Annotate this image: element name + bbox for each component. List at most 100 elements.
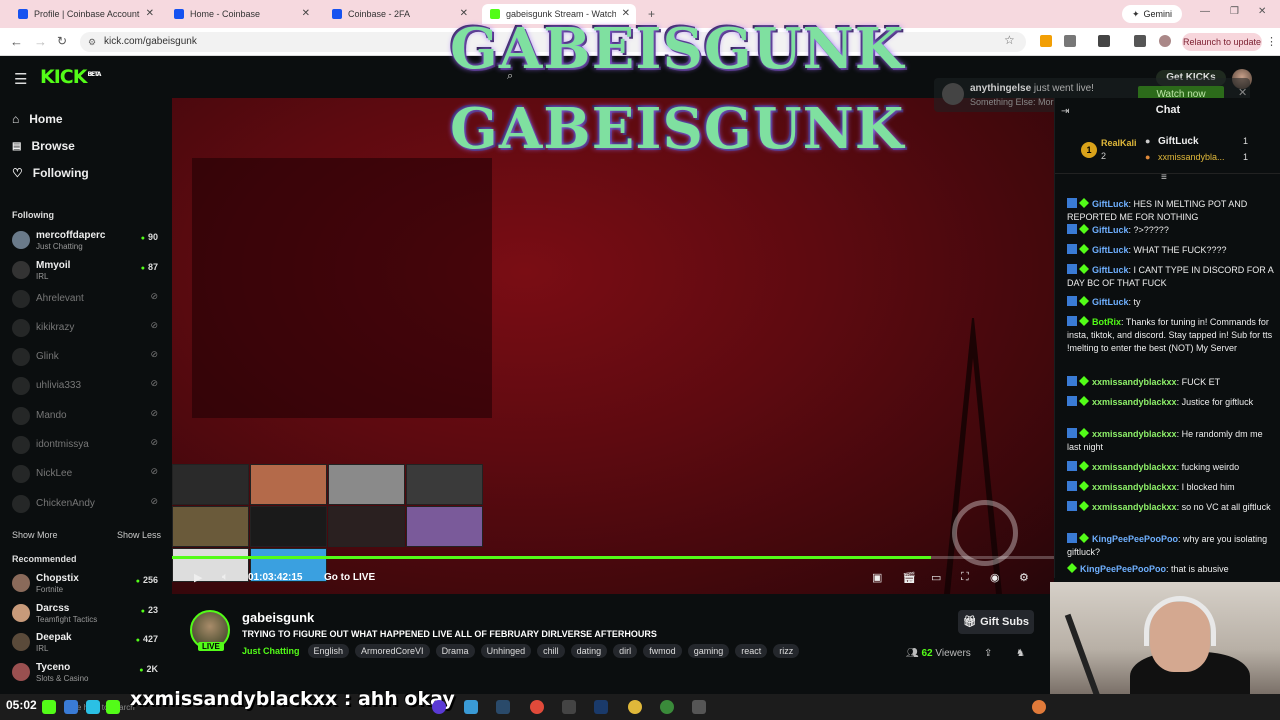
sidebar-channel-mmyoil[interactable]: Mmyoil IRL 87	[12, 258, 162, 284]
top-gifter-name[interactable]: RealKali	[1101, 138, 1137, 148]
profile-avatar-icon[interactable]	[1159, 35, 1171, 47]
tab-profile-coinbase[interactable]: Profile | Coinbase Account ✕	[10, 4, 160, 24]
tag[interactable]: Unhinged	[480, 644, 532, 658]
fullscreen-icon[interactable]: ⛶	[961, 571, 969, 584]
tag[interactable]: gaming	[687, 644, 730, 658]
reading-list-icon[interactable]	[1134, 35, 1146, 47]
sidebar-channel-mando[interactable]: Mando ⊘	[12, 404, 162, 430]
play-icon[interactable]: ▶	[194, 571, 202, 584]
chrome-taskbar-icon[interactable]	[660, 700, 674, 714]
chat-username[interactable]: xxmissandyblackxx	[1092, 462, 1177, 472]
show-less-button[interactable]: Show Less	[117, 530, 161, 540]
chrome-taskbar-icon[interactable]	[628, 700, 642, 714]
kick-logo[interactable]: KICKBETA	[40, 66, 101, 88]
sidebar-channel-kikikrazy[interactable]: kikikrazy ⊘	[12, 316, 162, 342]
sidebar-channel-chopstix[interactable]: Chopstix Fortnite 256	[12, 571, 162, 597]
forward-arrow-icon[interactable]: →	[34, 34, 47, 49]
tag[interactable]: rizz	[773, 644, 800, 658]
chat-username[interactable]: GiftLuck	[1092, 225, 1129, 235]
theater-mode-icon[interactable]: ▭	[931, 571, 941, 584]
tag[interactable]: dirl	[613, 644, 638, 658]
sidebar-channel-glink[interactable]: Glink ⊘	[12, 345, 162, 371]
sidebar-channel-uhlivia333[interactable]: uhlivia333 ⊘	[12, 374, 162, 400]
tag[interactable]: chill	[537, 644, 565, 658]
tray-icon[interactable]	[1032, 700, 1046, 714]
chrome-taskbar-icon[interactable]	[530, 700, 544, 714]
sidebar-channel-tyceno[interactable]: Tyceno Slots & Casino 2K	[12, 660, 162, 686]
chat-username[interactable]: KingPeePeePooPoo	[1092, 534, 1178, 544]
reload-icon[interactable]: ↻	[57, 34, 67, 48]
expand-chat-icon[interactable]: ≡	[1161, 172, 1167, 183]
gemini-button[interactable]: ✦ Gemini	[1122, 5, 1182, 23]
sidebar-nav-home[interactable]: ⌂ Home	[12, 112, 63, 126]
chat-username[interactable]: GiftLuck	[1092, 265, 1129, 275]
chat-username[interactable]: xxmissandyblackxx	[1092, 397, 1177, 407]
chat-username[interactable]: GiftLuck	[1092, 297, 1129, 307]
second-gifter-name[interactable]: GiftLuck	[1158, 136, 1199, 147]
stream-replay-icon[interactable]: ◉	[990, 571, 1000, 584]
app-taskbar-icon[interactable]	[496, 700, 510, 714]
site-info-icon[interactable]: ⚙	[88, 37, 96, 48]
steam-taskbar-icon[interactable]	[594, 700, 608, 714]
close-tab-icon[interactable]: ✕	[302, 8, 310, 19]
chat-username[interactable]: GiftLuck	[1092, 199, 1129, 209]
clip-icon[interactable]: 🎬︎	[902, 571, 916, 584]
browser-menu-icon[interactable]: ⋮	[1266, 35, 1277, 48]
sidebar-channel-deepak[interactable]: Deepak IRL 427	[12, 630, 162, 656]
close-tab-icon[interactable]: ✕	[146, 8, 154, 19]
back-arrow-icon[interactable]: ←	[10, 34, 23, 49]
app-taskbar-icon[interactable]	[464, 700, 478, 714]
share-icon[interactable]: ⇪	[984, 648, 992, 659]
tag[interactable]: react	[735, 644, 768, 658]
volume-icon[interactable]: 🔈︎	[222, 571, 229, 584]
app-taskbar-icon[interactable]	[692, 700, 706, 714]
sidebar-channel-idontmissya[interactable]: idontmissya ⊘	[12, 433, 162, 459]
third-gifter-name[interactable]: xxmissandybla...	[1158, 152, 1225, 162]
miniplayer-icon[interactable]: ▣	[872, 571, 882, 584]
seek-bar[interactable]	[172, 556, 1054, 559]
tag[interactable]: ArmoredCoreVI	[355, 644, 430, 658]
follow-icon[interactable]: ♞	[1016, 648, 1025, 659]
relaunch-to-update-button[interactable]: Relaunch to update	[1182, 33, 1262, 51]
show-more-button[interactable]: Show More	[12, 530, 58, 540]
sidebar-channel-nicklee[interactable]: NickLee ⊘	[12, 462, 162, 488]
tab-home-coinbase[interactable]: Home - Coinbase ✕	[166, 4, 316, 24]
chat-username[interactable]: xxmissandyblackxx	[1092, 482, 1177, 492]
chat-username[interactable]: KingPeePeePooPoo	[1080, 564, 1166, 574]
tag[interactable]: English	[307, 644, 350, 658]
chat-username[interactable]: xxmissandyblackxx	[1092, 377, 1177, 387]
app-taskbar-icon[interactable]	[562, 700, 576, 714]
app-taskbar-icon[interactable]	[106, 700, 120, 714]
bookmark-star-icon[interactable]: ☆	[1004, 33, 1015, 47]
gift-subs-button[interactable]: 🎁︎ Gift Subs	[958, 610, 1034, 634]
hamburger-menu-icon[interactable]: ☰	[14, 70, 27, 88]
chat-username[interactable]: GiftLuck	[1092, 245, 1129, 255]
app-taskbar-icon[interactable]	[64, 700, 78, 714]
extension-rss-icon[interactable]	[1040, 35, 1052, 47]
cast-icon[interactable]	[1098, 35, 1110, 47]
tag[interactable]: fwmod	[643, 644, 682, 658]
kick-taskbar-icon[interactable]	[42, 700, 56, 714]
chat-username[interactable]: xxmissandyblackxx	[1092, 502, 1177, 512]
app-taskbar-icon[interactable]	[86, 700, 100, 714]
video-player[interactable]: ▶ 🔈︎ 01:03:42:15 Go to LIVE ▣ 🎬︎ ▭ ⛶ ◉ ⚙	[172, 98, 1054, 594]
sidebar-channel-mercoffdaperc[interactable]: mercoffdaperc Just Chatting 90	[12, 228, 162, 254]
streamer-name[interactable]: gabeisgunk	[242, 610, 314, 625]
stream-category-link[interactable]: Just Chatting	[242, 646, 300, 656]
minimize-icon[interactable]: —	[1200, 6, 1210, 17]
go-to-live-button[interactable]: Go to LIVE	[324, 572, 375, 583]
sidebar-channel-darcss[interactable]: Darcss Teamfight Tactics 23	[12, 601, 162, 627]
chat-username[interactable]: BotRix	[1092, 317, 1121, 327]
tag[interactable]: Drama	[435, 644, 475, 658]
sidebar-channel-chickenandy[interactable]: ChickenAndy ⊘	[12, 492, 162, 518]
chat-username[interactable]: xxmissandyblackxx	[1092, 429, 1177, 439]
sidebar-nav-browse[interactable]: ▤ Browse	[12, 139, 75, 153]
tag[interactable]: dating	[570, 644, 608, 658]
sidebar-nav-following[interactable]: ♡ Following	[12, 166, 89, 180]
extension-puzzle-icon[interactable]	[1064, 35, 1076, 47]
settings-gear-icon[interactable]: ⚙	[1019, 571, 1029, 584]
app-taskbar-icon[interactable]	[432, 700, 446, 714]
maximize-icon[interactable]: ❐	[1230, 6, 1239, 17]
sidebar-channel-ahrelevant[interactable]: Ahrelevant ⊘	[12, 287, 162, 313]
close-window-icon[interactable]: ✕	[1258, 6, 1266, 17]
